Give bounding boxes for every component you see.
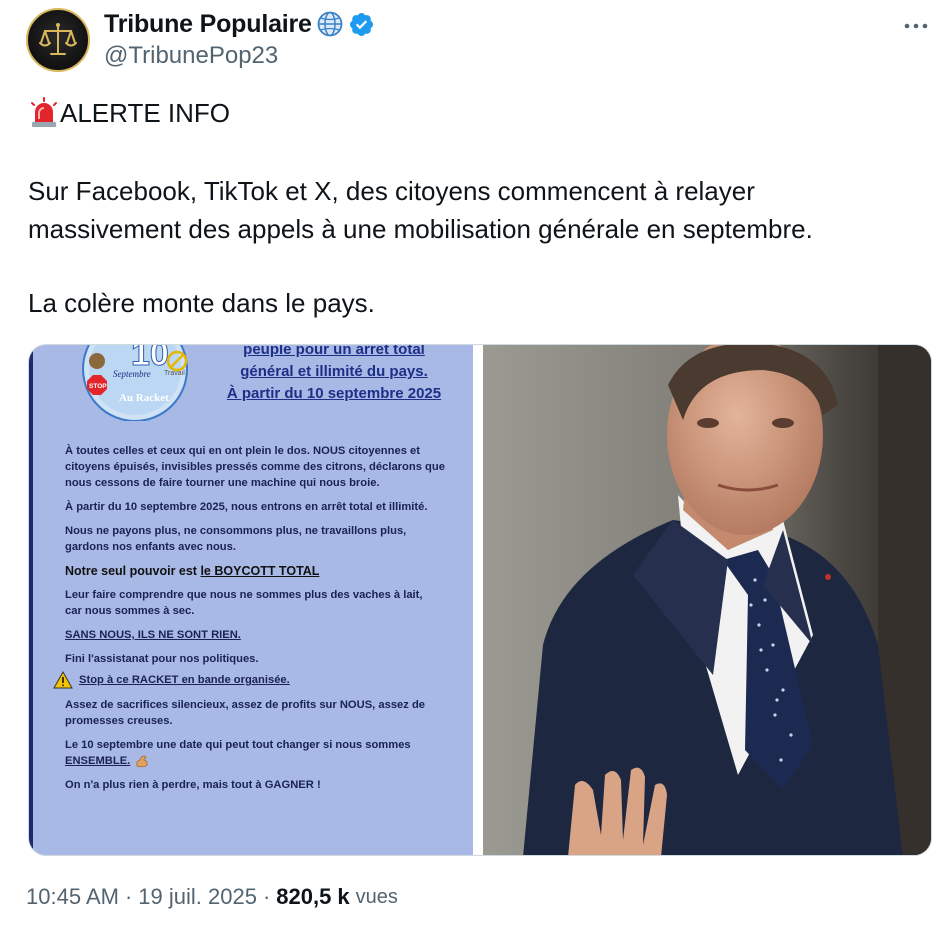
tweet-date[interactable]: 19 juil. 2025 (138, 884, 257, 910)
views-count[interactable]: 820,5 k (276, 884, 349, 910)
author-handle[interactable]: @TribunePop23 (104, 42, 278, 70)
poster-line: À toutes celles et ceux qui en ont plein… (65, 445, 420, 457)
poster-line: le BOYCOTT TOTAL (200, 564, 320, 578)
media-poster-image[interactable]: 10 Septembre Travail STOP Au Racket peup… (29, 345, 473, 855)
poster-logo-month: Septembre (113, 369, 151, 379)
poster-line: citoyens épuisés, invisibles pressés com… (65, 461, 445, 473)
poster-line: promesses creuses. (65, 715, 173, 727)
meta-separator: · (124, 884, 133, 909)
poster-line: Stop à ce RACKET en bande organisée. (79, 674, 290, 686)
poster-line: Fini l'assistanat pour nos politiques. (65, 653, 259, 665)
poster-line: nous cessons de faire tourner une machin… (65, 477, 380, 489)
media-photo[interactable] (483, 345, 931, 855)
portrait-photo (483, 345, 931, 855)
poster-line: On n'a plus rien à perdre, mais tout à G… (65, 779, 321, 791)
poster-logo-caption: Au Racket (119, 392, 169, 404)
more-horizontal-icon (904, 23, 928, 29)
tweet-meta: 10:45 AM · 19 juil. 2025 · 820,5 k vues (26, 884, 398, 910)
poster-headline-line: À partir du 10 septembre 2025 (226, 385, 442, 402)
avatar[interactable] (26, 8, 90, 72)
views-label: vues (355, 885, 398, 908)
media-grid[interactable]: 10 Septembre Travail STOP Au Racket peup… (28, 344, 932, 856)
poster-paragraph: SANS NOUS, ILS NE SONT RIEN. (65, 627, 449, 643)
poster-paragraph: Leur faire comprendre que nous ne sommes… (65, 587, 449, 619)
flexed-biceps-icon (136, 755, 148, 768)
poster-paragraph: Nous ne payons plus, ne consommons plus,… (65, 523, 449, 555)
tweet-text-line: massivement des appels à une mobilisatio… (28, 214, 813, 244)
poster-paragraph: Stop à ce RACKET en bande organisée. (53, 671, 437, 689)
poster-paragraph: À partir du 10 septembre 2025, nous entr… (65, 499, 449, 515)
poster-line: Nous ne payons plus, ne consommons plus,… (65, 525, 407, 537)
poster-headline-line: général et illimité du pays. (240, 363, 428, 380)
poster-paragraph: Assez de sacrifices silencieux, assez de… (65, 697, 449, 729)
poster-line: Le 10 septembre une date qui peut tout c… (65, 739, 411, 751)
poster-paragraph: On n'a plus rien à perdre, mais tout à G… (65, 777, 449, 793)
tweet-time[interactable]: 10:45 AM (26, 884, 119, 910)
tweet: Tribune Populaire @TribunePop23 ALERTE I… (0, 0, 950, 926)
tweet-paragraph-2: La colère monte dans le pays. (28, 288, 375, 318)
author-name-row[interactable]: Tribune Populaire (104, 8, 375, 40)
poster-edge-bar (29, 345, 33, 855)
warning-icon (53, 671, 73, 689)
poster-line: ENSEMBLE. (65, 755, 131, 767)
poster-logo-icon: 10 Septembre Travail STOP Au Racket (82, 345, 188, 421)
rotating-light-icon (31, 97, 57, 127)
verified-badge-icon[interactable] (348, 11, 375, 38)
more-options-button[interactable] (902, 16, 930, 36)
poster-headline-line: peuple pour un arrêt total (243, 345, 425, 358)
meta-separator: · (262, 884, 271, 909)
alert-line: ALERTE INFO (28, 96, 230, 130)
poster-paragraph: Le 10 septembre une date qui peut tout c… (65, 737, 449, 769)
poster-line: Leur faire comprendre que nous ne sommes… (65, 589, 423, 601)
scales-of-justice-icon (39, 23, 77, 55)
poster-paragraph: Notre seul pouvoir est le BOYCOTT TOTAL (65, 563, 449, 579)
poster-line: SANS NOUS, ILS NE SONT RIEN. (65, 629, 241, 641)
alert-label: ALERTE INFO (60, 97, 231, 128)
author-display-name[interactable]: Tribune Populaire (104, 10, 312, 39)
poster-paragraph: À toutes celles et ceux qui en ont plein… (65, 443, 449, 491)
poster-logo-travail: Travail (164, 370, 185, 377)
poster-line: gardons nos enfants avec nous. (65, 541, 236, 553)
poster-line: À partir du 10 septembre 2025, nous entr… (65, 501, 428, 513)
poster-logo-stop: STOP (89, 383, 107, 390)
poster-line: Assez de sacrifices silencieux, assez de… (65, 699, 426, 711)
poster-paragraph: Fini l'assistanat pour nos politiques. (65, 651, 449, 667)
globe-icon (317, 11, 343, 37)
poster-line: car nous sommes à sec. (65, 605, 195, 617)
poster-headline: peuple pour un arrêt total général et il… (214, 345, 454, 405)
poster-line: Notre seul pouvoir est (65, 564, 201, 578)
tweet-paragraph-1: Sur Facebook, TikTok et X, des citoyens … (28, 172, 813, 248)
tweet-text-line: Sur Facebook, TikTok et X, des citoyens … (28, 176, 755, 206)
